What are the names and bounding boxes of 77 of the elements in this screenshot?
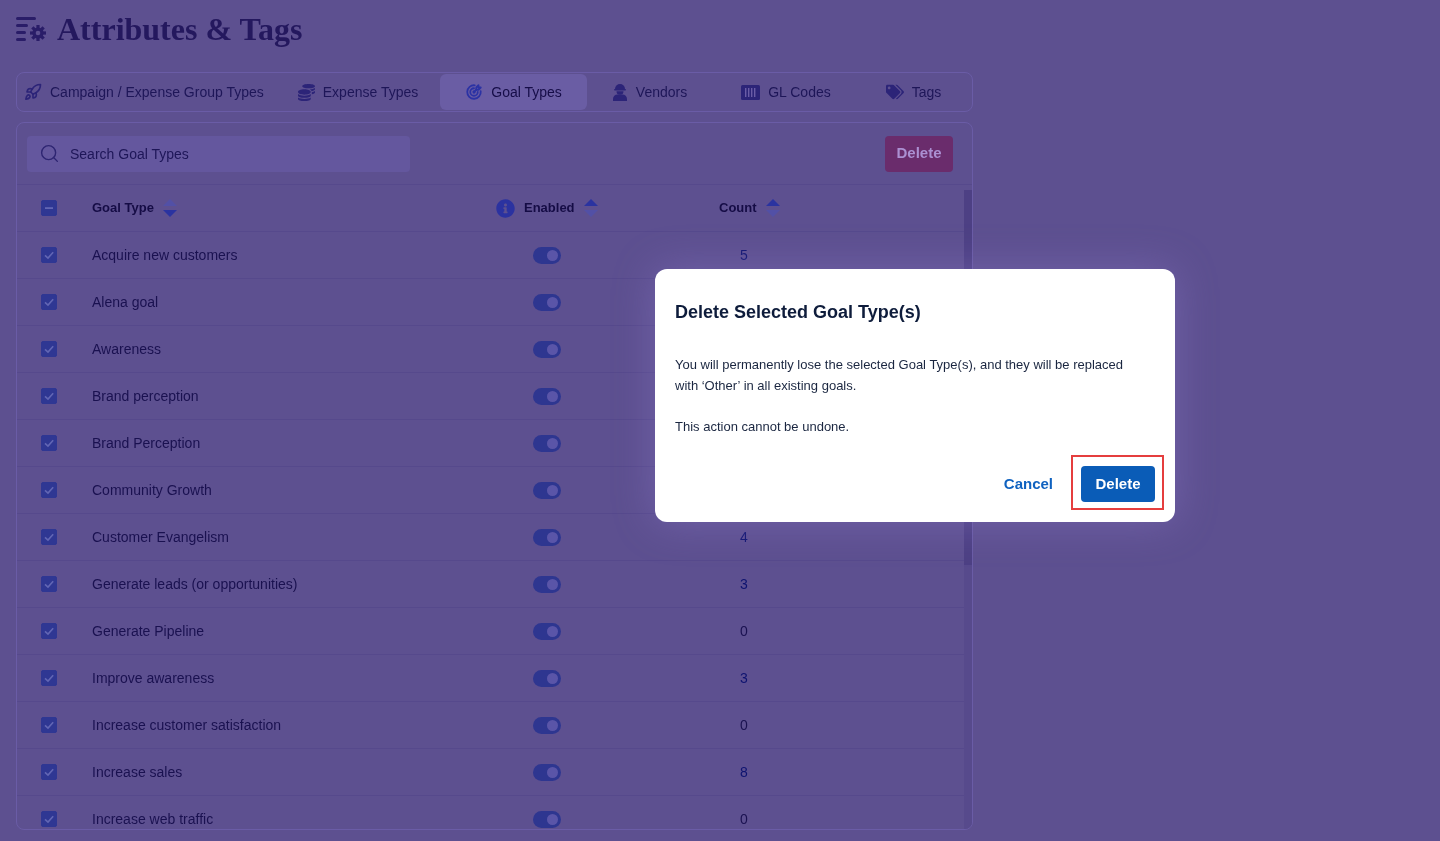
toggle-switch[interactable] xyxy=(533,387,561,405)
toggle-switch[interactable] xyxy=(533,669,561,687)
dialog-message: You will permanently lose the selected Goal Type(s), and they will be replaced with ‘Other’ in all existing goals. xyxy=(675,356,1125,395)
tab[interactable]: Tags xyxy=(860,74,967,110)
dialog-title: Delete Selected Goal Type(s) xyxy=(675,301,922,324)
barcode-icon xyxy=(741,84,761,100)
goal-type-name: Acquire new customers xyxy=(92,245,238,265)
goal-type-name: Community Growth xyxy=(92,480,212,500)
count-value: 0 xyxy=(740,621,748,641)
count-value: 0 xyxy=(740,809,748,829)
tab[interactable]: GL Codes xyxy=(716,74,861,110)
toggle-switch[interactable] xyxy=(533,810,561,828)
info-icon[interactable] xyxy=(496,198,515,218)
toggle-switch[interactable] xyxy=(533,293,561,311)
sort-icon[interactable] xyxy=(162,199,177,217)
tab[interactable]: Vendors xyxy=(586,74,717,110)
cancel-button[interactable]: Cancel xyxy=(1003,466,1053,502)
toggle-switch[interactable] xyxy=(533,622,561,640)
checkbox[interactable] xyxy=(41,811,57,827)
confirm-delete-button[interactable]: Delete xyxy=(1081,466,1155,502)
toggle-switch[interactable] xyxy=(533,575,561,593)
checkbox[interactable] xyxy=(41,623,57,639)
goal-type-name: Brand perception xyxy=(92,386,199,406)
toggle-switch[interactable] xyxy=(533,528,561,546)
goal-type-name: Generate Pipeline xyxy=(92,621,205,641)
column-header[interactable]: Count xyxy=(719,198,757,218)
checkbox[interactable] xyxy=(41,482,57,498)
goal-type-name: Awareness xyxy=(92,339,161,359)
checkbox[interactable] xyxy=(41,717,57,733)
goal-type-name: Generate leads (or opportunities) xyxy=(92,574,298,594)
checkbox[interactable] xyxy=(41,247,57,263)
checkbox[interactable] xyxy=(41,670,57,686)
rocket-icon xyxy=(24,83,42,101)
toggle-switch[interactable] xyxy=(533,434,561,452)
toggle-switch[interactable] xyxy=(533,340,561,358)
toggle-switch[interactable] xyxy=(533,246,561,264)
dialog-message: This action cannot be undone. xyxy=(675,418,851,436)
goal-type-name: Customer Evangelism xyxy=(92,527,229,547)
search-field[interactable]: Search Goal Types xyxy=(27,135,410,172)
sort-icon[interactable] xyxy=(583,199,598,217)
goal-type-name: Alena goal xyxy=(92,292,159,312)
worker-icon xyxy=(611,83,628,101)
checkbox[interactable] xyxy=(41,341,57,357)
column-header[interactable]: Enabled xyxy=(524,198,575,218)
count-link[interactable]: 4 xyxy=(740,526,748,548)
page-title: Attributes & Tags xyxy=(57,13,303,45)
count-link[interactable]: 5 xyxy=(740,244,748,266)
goal-type-name: Increase customer satisfaction xyxy=(92,715,282,735)
delete-button[interactable]: Delete xyxy=(885,135,953,172)
count-link[interactable]: 3 xyxy=(740,667,748,689)
sort-icon[interactable] xyxy=(765,199,780,217)
tab[interactable]: Goal Types xyxy=(440,74,587,110)
toggle-switch[interactable] xyxy=(533,763,561,781)
count-link[interactable]: 3 xyxy=(740,573,748,595)
list-gear-icon xyxy=(16,17,46,41)
tags-icon xyxy=(885,83,904,101)
checkbox[interactable] xyxy=(41,435,57,451)
checkbox[interactable] xyxy=(41,764,57,780)
goal-type-name: Brand Perception xyxy=(92,433,201,453)
checkbox[interactable] xyxy=(41,200,57,216)
checkbox[interactable] xyxy=(41,294,57,310)
search-icon xyxy=(39,142,60,164)
goal-type-name: Increase web traffic xyxy=(92,809,214,829)
coins-icon xyxy=(297,83,315,101)
checkbox[interactable] xyxy=(41,388,57,404)
target-icon xyxy=(465,83,484,101)
count-link[interactable]: 8 xyxy=(740,761,748,783)
checkbox[interactable] xyxy=(41,576,57,592)
tab[interactable]: Expense Types xyxy=(279,74,441,110)
goal-type-name: Improve awareness xyxy=(92,668,215,688)
column-header[interactable]: Goal Type xyxy=(92,198,154,218)
toggle-switch[interactable] xyxy=(533,481,561,499)
count-value: 0 xyxy=(740,715,748,735)
tab[interactable]: Campaign / Expense Group Types xyxy=(18,74,280,110)
goal-type-name: Increase sales xyxy=(92,762,183,782)
toggle-switch[interactable] xyxy=(533,716,561,734)
checkbox[interactable] xyxy=(41,529,57,545)
